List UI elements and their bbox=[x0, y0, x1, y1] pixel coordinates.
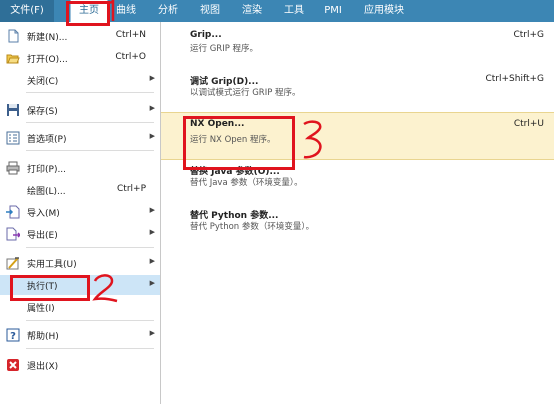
open-folder-icon bbox=[6, 54, 20, 64]
shortcut-label: Ctrl+N bbox=[115, 30, 146, 40]
submenu-arrow-icon: ▶ bbox=[149, 228, 155, 236]
menu-item-label: 首选项(P) bbox=[27, 135, 67, 145]
menu-separator bbox=[26, 348, 154, 349]
shortcut-label: Ctrl+U bbox=[513, 119, 544, 129]
menu-item-import[interactable]: 导入(M) ▶ bbox=[0, 202, 160, 222]
submenu-arrow-icon: ▶ bbox=[149, 104, 155, 112]
submenu-item-debug-grip[interactable]: 调试 Grip(D)... 以调试模式运行 GRIP 程序。 Ctrl+Shif… bbox=[161, 74, 554, 104]
export-icon bbox=[6, 227, 20, 241]
menu-item-label: 导入(M) bbox=[27, 209, 60, 219]
menu-item-preferences[interactable]: 首选项(P) ▶ bbox=[0, 128, 160, 148]
exit-icon bbox=[7, 359, 19, 371]
menu-separator bbox=[26, 150, 154, 151]
preferences-icon bbox=[6, 131, 20, 145]
shortcut-label: Ctrl+Shift+G bbox=[485, 74, 544, 84]
submenu-arrow-icon: ▶ bbox=[149, 74, 155, 82]
tab-pmi[interactable]: PMI bbox=[318, 0, 348, 22]
menu-item-label: 打开(O)... bbox=[27, 55, 68, 65]
menu-item-label: 绘图(L)... bbox=[27, 187, 66, 197]
menu-separator bbox=[26, 320, 154, 321]
menu-item-print[interactable]: 打印(P)... bbox=[0, 158, 160, 178]
tab-render[interactable]: 渲染 bbox=[236, 0, 268, 22]
printer-icon bbox=[6, 161, 20, 175]
annotation-label: 1 bbox=[104, 0, 105, 1]
submenu-item-description: 运行 GRIP 程序。 bbox=[190, 44, 259, 54]
menu-item-label: 退出(X) bbox=[27, 362, 59, 372]
submenu-item-description: 替代 Python 参数（环境变量）。 bbox=[190, 222, 315, 232]
new-file-icon bbox=[8, 29, 19, 43]
menu-separator bbox=[26, 122, 154, 123]
import-icon bbox=[6, 205, 20, 219]
help-icon: ? bbox=[6, 328, 20, 342]
menu-item-help[interactable]: ? 帮助(H) ▶ bbox=[0, 325, 160, 345]
menu-item-label: 导出(E) bbox=[27, 231, 58, 241]
tab-view[interactable]: 视图 bbox=[194, 0, 226, 22]
submenu-arrow-icon: ▶ bbox=[149, 257, 155, 265]
annotation-number-2: 2 bbox=[90, 272, 118, 303]
menu-item-label: 新建(N)... bbox=[27, 33, 68, 43]
annotation-label: 3 bbox=[300, 118, 301, 119]
annotation-box-execute bbox=[10, 275, 90, 301]
submenu-item-python-args[interactable]: 替代 Python 参数... 替代 Python 参数（环境变量）。 bbox=[161, 208, 554, 238]
menu-item-label: 保存(S) bbox=[27, 107, 58, 117]
menu-item-label: 打印(P)... bbox=[27, 165, 67, 175]
svg-text:?: ? bbox=[10, 331, 16, 342]
menu-item-close[interactable]: 关闭(C) ▶ bbox=[0, 70, 160, 90]
tab-analysis[interactable]: 分析 bbox=[152, 0, 184, 22]
submenu-item-title: Grip... bbox=[190, 30, 222, 40]
shortcut-label: Ctrl+O bbox=[115, 52, 146, 62]
submenu-item-description: 以调试模式运行 GRIP 程序。 bbox=[190, 88, 301, 98]
annotation-number-3: 3 bbox=[300, 118, 322, 159]
annotation-label: 2 bbox=[90, 272, 91, 273]
menu-item-export[interactable]: 导出(E) ▶ bbox=[0, 224, 160, 244]
menu-item-exit[interactable]: 退出(X) bbox=[0, 355, 160, 375]
submenu-arrow-icon: ▶ bbox=[149, 279, 155, 287]
menu-item-label: 帮助(H) bbox=[27, 332, 59, 342]
submenu-item-description: 替代 Java 参数（环境变量）。 bbox=[190, 178, 303, 188]
utilities-icon bbox=[6, 257, 19, 270]
menu-item-label: 关闭(C) bbox=[27, 77, 59, 87]
submenu-arrow-icon: ▶ bbox=[149, 206, 155, 214]
submenu-item-grip[interactable]: Grip... 运行 GRIP 程序。 Ctrl+G bbox=[161, 30, 554, 60]
submenu-arrow-icon: ▶ bbox=[149, 132, 155, 140]
menu-item-plot[interactable]: 绘图(L)... Ctrl+P bbox=[0, 180, 160, 200]
shortcut-label: Ctrl+P bbox=[117, 184, 146, 194]
tab-tools[interactable]: 工具 bbox=[278, 0, 310, 22]
menu-item-label: 属性(I) bbox=[27, 304, 55, 314]
tab-file[interactable]: 文件(F) bbox=[0, 0, 54, 22]
save-disk-icon bbox=[7, 104, 19, 116]
menu-item-save[interactable]: 保存(S) ▶ bbox=[0, 100, 160, 120]
menu-separator bbox=[26, 92, 154, 93]
menu-item-utilities[interactable]: 实用工具(U) ▶ bbox=[0, 253, 160, 273]
annotation-number-1: 1 bbox=[104, 0, 115, 21]
menu-separator bbox=[26, 247, 154, 248]
menu-item-label: 实用工具(U) bbox=[27, 260, 77, 270]
tab-applications[interactable]: 应用模块 bbox=[356, 0, 412, 22]
submenu-arrow-icon: ▶ bbox=[149, 329, 155, 337]
menu-item-open[interactable]: 打开(O)... Ctrl+O bbox=[0, 48, 160, 68]
menu-item-new[interactable]: 新建(N)... Ctrl+N bbox=[0, 26, 160, 46]
file-menu: 新建(N)... Ctrl+N 打开(O)... Ctrl+O 关闭(C) ▶ … bbox=[0, 22, 161, 404]
annotation-box-nx-open bbox=[183, 116, 295, 170]
shortcut-label: Ctrl+G bbox=[513, 30, 544, 40]
